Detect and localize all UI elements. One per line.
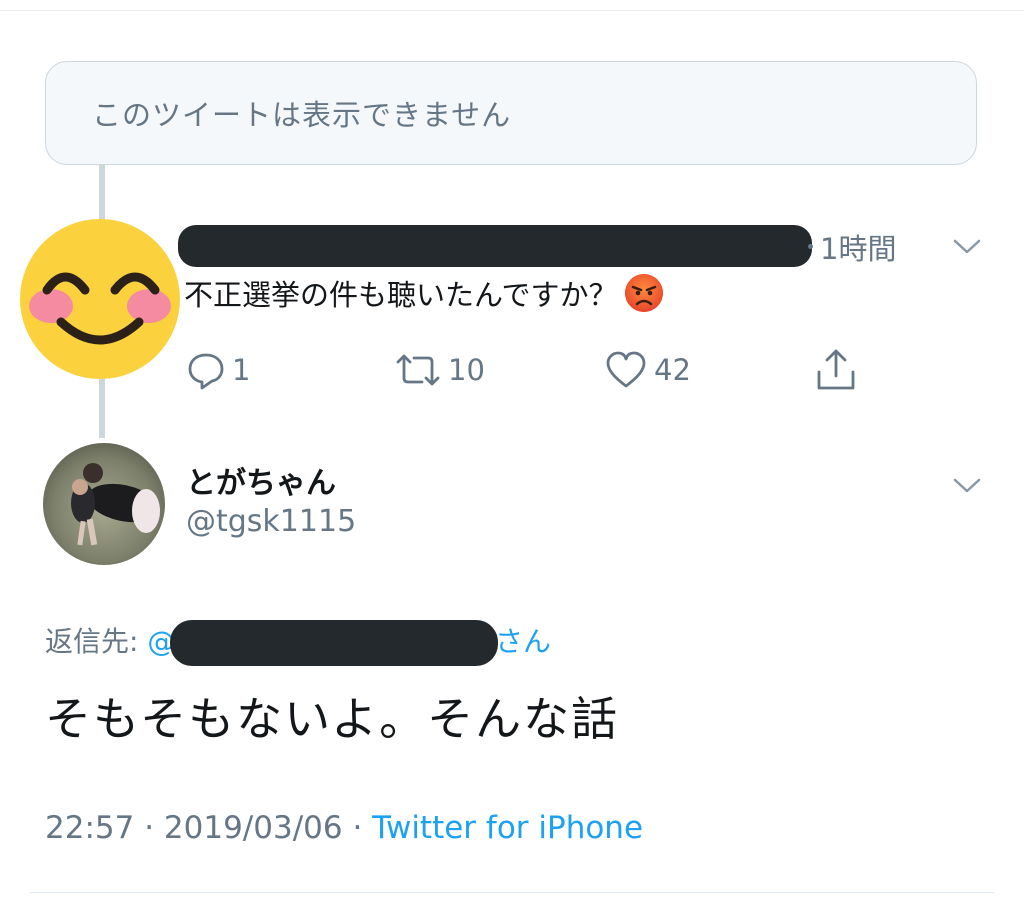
reply-count: 1 — [232, 353, 251, 387]
user-avatar[interactable] — [43, 443, 165, 565]
smiling-face-avatar[interactable] — [19, 218, 181, 380]
display-name[interactable]: とがちゃん — [186, 458, 336, 502]
retweet-button[interactable]: 10 — [394, 345, 485, 395]
retweet-count: 10 — [448, 353, 485, 387]
tweet-time: 22:57 — [45, 810, 135, 846]
dot-separator — [808, 244, 813, 249]
reply-button[interactable]: 1 — [186, 345, 250, 395]
reply-to-suffix[interactable]: さん — [495, 620, 551, 660]
angry-face-icon — [624, 274, 663, 312]
like-count: 42 — [654, 353, 691, 387]
heart-icon — [606, 351, 646, 388]
chevron-down-icon[interactable] — [952, 476, 982, 496]
tweet-text: そもそもないよ。そんな話 — [45, 692, 620, 746]
redacted-mention — [170, 620, 498, 666]
redacted-username — [178, 225, 812, 267]
tweet-source-link[interactable]: Twitter for iPhone — [372, 810, 643, 846]
reply-to-line: 返信先: @ さん — [45, 620, 551, 660]
chevron-down-icon[interactable] — [952, 237, 982, 257]
share-icon — [817, 349, 855, 390]
tweet-time-ago[interactable]: 1時間 — [820, 226, 896, 268]
share-button[interactable] — [814, 345, 858, 395]
reply-icon — [188, 353, 224, 390]
like-button[interactable]: 42 — [604, 345, 691, 395]
unavailable-tweet-notice: このツイートは表示できません — [45, 61, 977, 165]
unavailable-tweet-text: このツイートは表示できません — [92, 98, 512, 132]
meta-separator: · — [342, 810, 373, 846]
parent-tweet-text-row: 不正選挙の件も聴いたんですか？ — [184, 272, 664, 314]
tweet-date: 2019/03/06 — [163, 810, 343, 846]
parent-tweet-text: 不正選挙の件も聴いたんですか？ — [184, 278, 618, 312]
avatar-photo — [43, 443, 165, 565]
meta-separator: · — [134, 810, 164, 846]
tweet-action-bar: 1 10 42 — [186, 345, 886, 395]
retweet-icon — [396, 354, 440, 386]
user-handle[interactable]: @tgsk1115 — [186, 504, 356, 539]
thread-line — [99, 378, 105, 438]
top-divider — [0, 10, 1024, 11]
bottom-divider — [30, 892, 994, 893]
reply-to-label: 返信先: — [45, 625, 148, 658]
thread-line — [99, 165, 105, 220]
tweet-meta: 22:57 · 2019/03/06 · Twitter for iPhone — [45, 810, 643, 846]
